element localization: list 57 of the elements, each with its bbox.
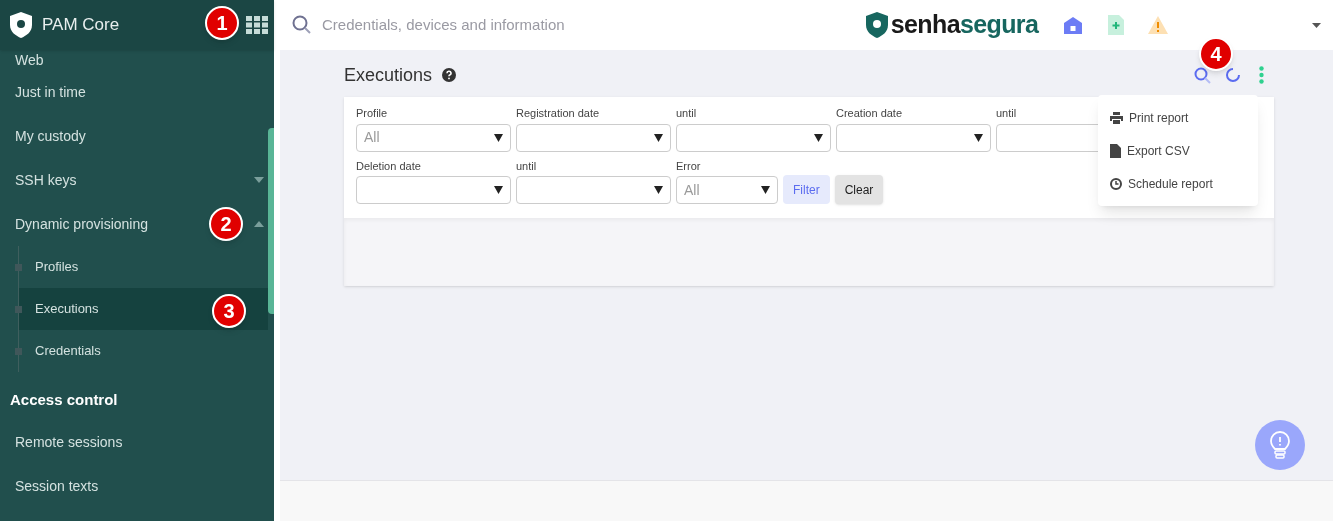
menu-item[interactable]: Export CSV: [1098, 134, 1258, 167]
menu-item[interactable]: Schedule report: [1098, 167, 1258, 200]
shield-logo-icon: [865, 12, 888, 38]
sidebar-item[interactable]: Dynamic provisioning: [15, 213, 149, 235]
caret-icon: [494, 186, 503, 194]
select-field[interactable]: [836, 123, 991, 152]
field-label: Error: [676, 158, 701, 174]
sidebar-item[interactable]: SSH keys: [15, 169, 77, 191]
lightbulb-icon: [1270, 431, 1290, 459]
select-field[interactable]: [676, 123, 831, 152]
warning-icon[interactable]: [1148, 16, 1169, 34]
field-label: until: [516, 158, 537, 174]
select-field[interactable]: [516, 176, 671, 204]
clear-button[interactable]: Clear: [834, 175, 884, 204]
brand-logo: senhasegura: [890, 9, 1039, 41]
filter-button[interactable]: Filter: [783, 175, 830, 204]
section-heading: Access control: [9, 389, 119, 410]
caret-icon: [974, 133, 983, 142]
caret-icon: [254, 177, 264, 183]
caret-icon: [761, 186, 770, 194]
refresh-icon[interactable]: [1225, 67, 1241, 83]
sidebar-item[interactable]: Remote sessions: [15, 431, 123, 453]
home-icon[interactable]: [1064, 16, 1083, 34]
search-field[interactable]: Credentials, devices and information: [322, 13, 722, 37]
grid-icon[interactable]: [246, 16, 268, 34]
hint-button[interactable]: [1255, 420, 1305, 470]
field-label: until: [676, 106, 697, 121]
sidebar-item[interactable]: Web: [15, 50, 44, 71]
caret-icon: [654, 133, 663, 142]
page-title: Executions: [344, 63, 433, 87]
caret-icon: [654, 186, 663, 194]
help-icon[interactable]: [442, 68, 457, 82]
field-label: Creation date: [836, 106, 903, 121]
caret-icon: [494, 133, 503, 142]
sidebar-item[interactable]: My custody: [15, 125, 86, 147]
field-label: Profile: [356, 106, 388, 121]
file-icon: [1110, 143, 1121, 158]
sidebar-item[interactable]: Session texts: [15, 475, 99, 497]
clock-icon: [1110, 177, 1122, 190]
field-label: Deletion date: [356, 158, 421, 174]
select-field[interactable]: [356, 176, 511, 204]
caret-icon: [814, 133, 823, 142]
dropdown-caret-icon[interactable]: [1312, 22, 1321, 28]
add-file-icon[interactable]: [1108, 15, 1125, 35]
printer-icon: [1110, 111, 1123, 124]
search-icon: [292, 15, 312, 35]
field-label: until: [996, 106, 1017, 121]
menu-item[interactable]: Print report: [1098, 101, 1258, 134]
caret-icon: [254, 221, 264, 227]
search-icon[interactable]: [1194, 66, 1211, 84]
app-title: PAM Core: [42, 14, 120, 37]
scrollbar[interactable]: [268, 128, 274, 314]
shield-logo-icon: [10, 12, 32, 38]
sidebar-item[interactable]: Just in time: [15, 81, 86, 103]
more-vertical-icon[interactable]: [1259, 66, 1264, 84]
select-field[interactable]: [516, 123, 671, 152]
field-label: Registration date: [516, 106, 600, 121]
